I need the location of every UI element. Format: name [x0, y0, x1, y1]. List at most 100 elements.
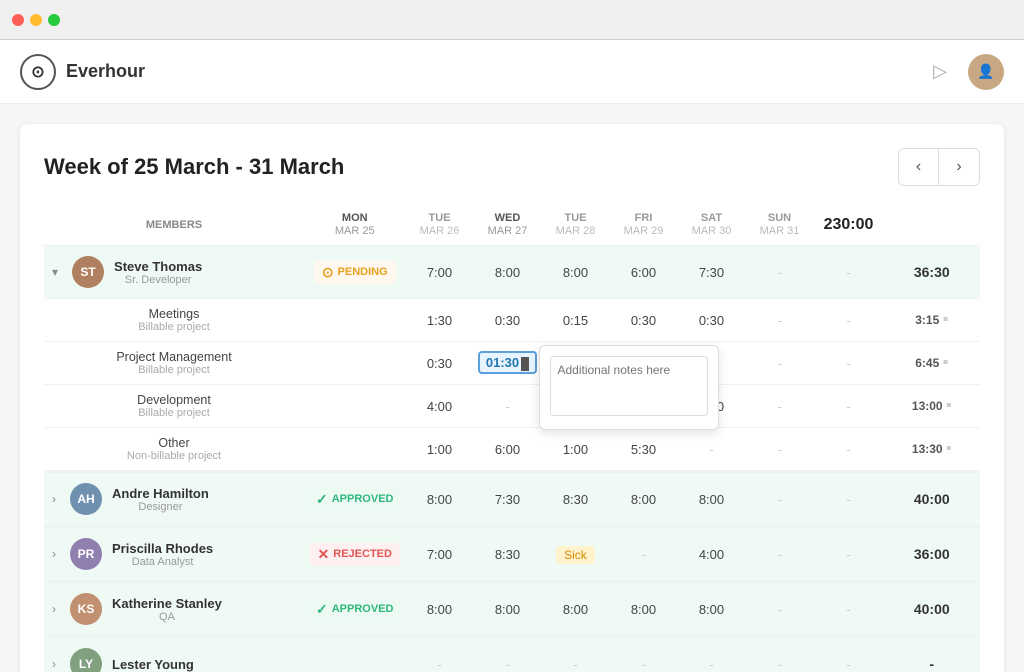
- project-row: Meetings Billable project 1:300:300:150:…: [44, 299, 980, 342]
- member-avatar: LY: [70, 648, 102, 672]
- member-total: 40:00: [883, 473, 980, 526]
- member-day-1[interactable]: 8:00: [473, 246, 541, 299]
- project-day-5[interactable]: -: [745, 299, 813, 342]
- member-day-2[interactable]: Sick: [541, 528, 609, 581]
- project-day-5[interactable]: -: [745, 428, 813, 471]
- project-day-0[interactable]: 0:30: [405, 342, 473, 385]
- member-day-4[interactable]: 8:00: [677, 473, 745, 526]
- member-day-3[interactable]: 8:00: [609, 473, 677, 526]
- member-day-1[interactable]: 7:30: [473, 473, 541, 526]
- member-day-2[interactable]: 8:30: [541, 473, 609, 526]
- project-total: 13:30 ▪: [883, 428, 980, 471]
- logo-icon: ⊙: [20, 54, 56, 90]
- project-day-3[interactable]: 0:30: [609, 299, 677, 342]
- member-day-5[interactable]: -: [745, 638, 813, 672]
- member-row: › PR Priscilla Rhodes Data Analyst ✕ REJ…: [44, 528, 980, 581]
- member-day-0[interactable]: 7:00: [405, 528, 473, 581]
- project-day-6[interactable]: -: [813, 299, 883, 342]
- project-row: Development Billable project 4:00-4:00-5…: [44, 385, 980, 428]
- member-day-3[interactable]: -: [609, 528, 677, 581]
- member-day-0[interactable]: 8:00: [405, 473, 473, 526]
- member-day-6[interactable]: -: [813, 528, 883, 581]
- member-name: Priscilla Rhodes: [112, 541, 213, 556]
- maximize-button[interactable]: [48, 14, 60, 26]
- project-day-2[interactable]: 1:00: [541, 428, 609, 471]
- member-day-3[interactable]: -: [609, 638, 677, 672]
- member-day-0[interactable]: 8:00: [405, 583, 473, 636]
- project-status-spacer: [304, 428, 405, 471]
- member-row: › LY Lester Young ------- -: [44, 638, 980, 672]
- status-badge: ✓ APPROVED: [308, 488, 401, 511]
- close-button[interactable]: [12, 14, 24, 26]
- notes-textarea[interactable]: [550, 356, 708, 416]
- member-day-3[interactable]: 6:00: [609, 246, 677, 299]
- member-day-5[interactable]: -: [745, 583, 813, 636]
- user-avatar[interactable]: 👤: [968, 54, 1004, 90]
- expand-button[interactable]: ▾: [48, 263, 62, 281]
- project-day-3[interactable]: 5:30: [609, 428, 677, 471]
- project-day-4[interactable]: 0:30: [677, 299, 745, 342]
- project-day-5[interactable]: -: [745, 385, 813, 428]
- member-day-4[interactable]: 7:30: [677, 246, 745, 299]
- sat-header: Sat MAR 30: [677, 206, 745, 246]
- project-day-6[interactable]: -: [813, 428, 883, 471]
- member-day-3[interactable]: 8:00: [609, 583, 677, 636]
- member-day-1[interactable]: -: [473, 638, 541, 672]
- member-day-0[interactable]: -: [405, 638, 473, 672]
- project-total: 3:15 ▪: [883, 299, 980, 342]
- member-day-1[interactable]: 8:30: [473, 528, 541, 581]
- project-day-1[interactable]: -: [473, 385, 541, 428]
- member-day-2[interactable]: -: [541, 638, 609, 672]
- week-nav: ‹ ›: [898, 148, 980, 186]
- expand-button[interactable]: ›: [48, 600, 60, 618]
- project-day-popup[interactable]: 01:30: [473, 342, 541, 385]
- member-row: ▾ ST Steve Thomas Sr. Developer ⊙ PENDIN…: [44, 246, 980, 299]
- notes-popup: [539, 345, 719, 430]
- project-day-4[interactable]: -: [677, 428, 745, 471]
- project-day-5[interactable]: -: [745, 342, 813, 385]
- member-day-5[interactable]: -: [745, 246, 813, 299]
- member-name: Lester Young: [112, 657, 194, 672]
- minimize-button[interactable]: [30, 14, 42, 26]
- project-day-2[interactable]: 0:15: [541, 299, 609, 342]
- expand-button[interactable]: ›: [48, 655, 60, 672]
- member-day-4[interactable]: 8:00: [677, 583, 745, 636]
- member-day-2[interactable]: 8:00: [541, 246, 609, 299]
- member-day-1[interactable]: 8:00: [473, 583, 541, 636]
- main-content: Week of 25 March - 31 March ‹ › Members …: [0, 104, 1024, 672]
- prev-week-button[interactable]: ‹: [899, 149, 939, 185]
- project-day-1[interactable]: 6:00: [473, 428, 541, 471]
- total-header: 230:00: [813, 206, 883, 246]
- play-button[interactable]: ▷: [926, 58, 954, 86]
- member-day-6[interactable]: -: [813, 638, 883, 672]
- member-day-0[interactable]: 7:00: [405, 246, 473, 299]
- member-avatar: ST: [72, 256, 104, 288]
- member-day-6[interactable]: -: [813, 583, 883, 636]
- project-day-6[interactable]: -: [813, 385, 883, 428]
- member-day-2[interactable]: 8:00: [541, 583, 609, 636]
- project-day-1[interactable]: 0:30: [473, 299, 541, 342]
- member-avatar: AH: [70, 483, 102, 515]
- project-day-0[interactable]: 1:30: [405, 299, 473, 342]
- member-day-4[interactable]: -: [677, 638, 745, 672]
- project-day-6[interactable]: -: [813, 342, 883, 385]
- member-day-5[interactable]: -: [745, 528, 813, 581]
- member-day-6[interactable]: -: [813, 246, 883, 299]
- project-day-0[interactable]: 1:00: [405, 428, 473, 471]
- member-name: Katherine Stanley: [112, 596, 222, 611]
- project-name: Project Management: [48, 350, 300, 364]
- expand-button[interactable]: ›: [48, 490, 60, 508]
- next-week-button[interactable]: ›: [939, 149, 979, 185]
- time-input-active[interactable]: 01:30: [478, 351, 537, 374]
- expand-button[interactable]: ›: [48, 545, 60, 563]
- project-day-0[interactable]: 4:00: [405, 385, 473, 428]
- member-cell: › PR Priscilla Rhodes Data Analyst: [44, 528, 304, 581]
- member-day-5[interactable]: -: [745, 473, 813, 526]
- member-day-4[interactable]: 4:00: [677, 528, 745, 581]
- wed-header: Wed MAR 27: [473, 206, 541, 246]
- schedule-table: Members Mon MAR 25 Tue MAR 26: [44, 206, 980, 672]
- project-row: Other Non-billable project 1:006:001:005…: [44, 428, 980, 471]
- member-day-6[interactable]: -: [813, 473, 883, 526]
- project-name: Other: [48, 436, 300, 450]
- member-name: Steve Thomas: [114, 259, 202, 274]
